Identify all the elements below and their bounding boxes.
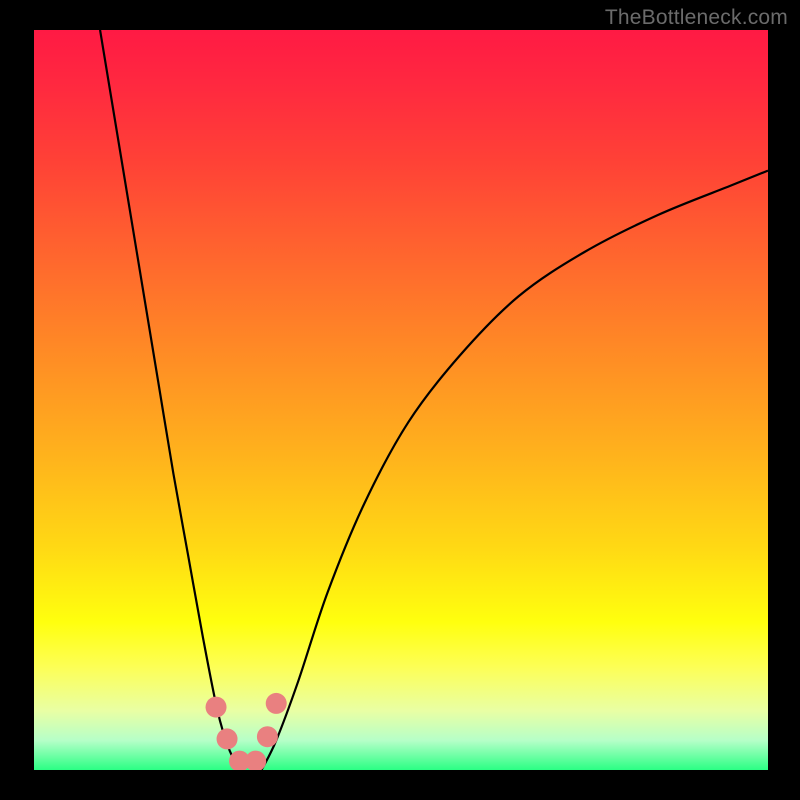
curve-right: [262, 171, 768, 770]
marker-dot: [217, 728, 238, 749]
watermark-text: TheBottleneck.com: [605, 6, 788, 30]
marker-dot: [206, 697, 227, 718]
chart-svg: [34, 30, 768, 770]
plot-area: [34, 30, 768, 770]
outer-frame: TheBottleneck.com: [0, 0, 800, 800]
marker-dot: [266, 693, 287, 714]
marker-dot: [257, 726, 278, 747]
marker-group: [206, 693, 287, 770]
curve-left: [100, 30, 239, 770]
marker-dot: [245, 751, 266, 770]
